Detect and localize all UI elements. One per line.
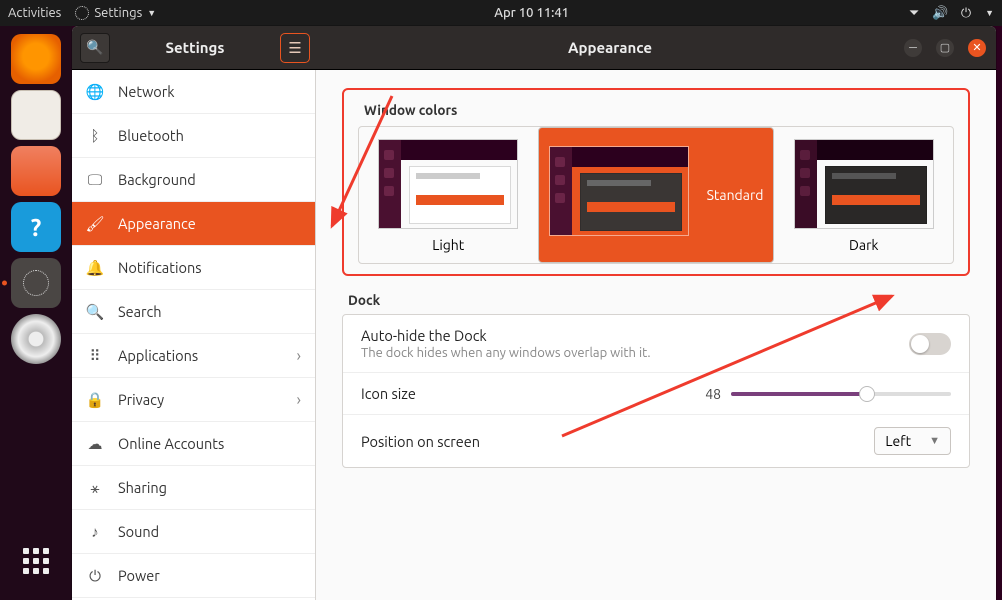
position-select[interactable]: Left ▼ — [874, 427, 951, 455]
sound-icon: ♪ — [86, 523, 104, 541]
notifications-icon: 🔔 — [86, 259, 104, 277]
chevron-right-icon: › — [297, 391, 302, 409]
network-icon: 🌐 — [86, 83, 104, 101]
sidebar-item-label: Notifications — [118, 259, 202, 276]
sidebar-item-search[interactable]: 🔍 Search — [72, 290, 315, 334]
iconsize-label: Icon size — [361, 385, 691, 402]
sidebar-item-label: Privacy — [118, 391, 164, 408]
sidebar-item-applications[interactable]: ⠿ Applications › — [72, 334, 315, 378]
minimize-button[interactable]: ─ — [904, 39, 922, 57]
window-colors-label: Window colors — [364, 102, 948, 118]
power-icon: ⏻ — [86, 567, 104, 585]
sidebar-item-sharing[interactable]: ⚹ Sharing — [72, 466, 315, 510]
theme-label: Dark — [774, 237, 953, 253]
dock-settings-panel: Auto-hide the Dock The dock hides when a… — [342, 314, 970, 468]
sidebar-item-sound[interactable]: ♪ Sound — [72, 510, 315, 554]
position-label: Position on screen — [361, 433, 874, 450]
sidebar-item-label: Appearance — [118, 215, 196, 232]
close-button[interactable]: ✕ — [968, 39, 986, 57]
settings-window: 🔍 Settings ☰ Appearance ─ ▢ ✕ 🌐NetworkᛒB… — [72, 26, 996, 600]
titlebar: 🔍 Settings ☰ Appearance ─ ▢ ✕ — [72, 26, 996, 70]
activities-button[interactable]: Activities — [8, 6, 61, 20]
theme-preview — [378, 139, 518, 229]
sidebar-item-power[interactable]: ⏻ Power — [72, 554, 315, 598]
sidebar-item-bluetooth[interactable]: ᛒ Bluetooth — [72, 114, 315, 158]
window-colors-highlight: Window colors Light Standard Dark — [342, 88, 970, 276]
theme-std[interactable]: Standard — [538, 127, 775, 263]
theme-label: Light — [359, 237, 538, 253]
app-menu[interactable]: Settings ▼ — [75, 6, 156, 20]
sidebar-item-label: Bluetooth — [118, 127, 184, 144]
search-button[interactable]: 🔍 — [80, 33, 110, 63]
sidebar-item-network[interactable]: 🌐 Network — [72, 70, 315, 114]
hamburger-button[interactable]: ☰ — [280, 33, 310, 63]
sidebar-item-label: Search — [118, 303, 162, 320]
gnome-topbar: Activities Settings ▼ Apr 10 11:41 ⏷ 🔊 ⏻… — [0, 0, 1002, 26]
theme-preview — [794, 139, 934, 229]
chevron-down-icon: ▼ — [929, 435, 940, 447]
menu-icon: ☰ — [288, 39, 301, 57]
dock-app-firefox[interactable] — [11, 34, 61, 84]
appearance-icon: 🖌 — [86, 215, 104, 233]
bluetooth-icon: ᛒ — [86, 127, 104, 145]
gear-icon — [75, 6, 89, 20]
dock: ? — [0, 26, 72, 600]
window-title: Appearance — [316, 39, 904, 56]
volume-icon[interactable]: 🔊 — [933, 6, 947, 20]
dock-app-files[interactable] — [11, 90, 61, 140]
sidebar-item-label: Sharing — [118, 479, 167, 496]
sidebar-title: Settings — [118, 39, 272, 56]
dock-app-software[interactable] — [11, 146, 61, 196]
app-menu-label: Settings — [94, 6, 142, 20]
maximize-button[interactable]: ▢ — [936, 39, 954, 57]
iconsize-slider[interactable] — [731, 392, 951, 396]
search-icon: 🔍 — [86, 303, 104, 321]
network-icon[interactable]: ⏷ — [907, 6, 921, 20]
power-icon[interactable]: ⏻ — [959, 6, 973, 20]
sidebar-item-appearance[interactable]: 🖌 Appearance — [72, 202, 315, 246]
sidebar-item-label: Sound — [118, 523, 159, 540]
sidebar-item-online-accounts[interactable]: ☁ Online Accounts — [72, 422, 315, 466]
theme-label: Standard — [707, 187, 764, 203]
sidebar-item-label: Applications — [118, 347, 198, 364]
theme-dark[interactable]: Dark — [774, 127, 953, 263]
chevron-down-icon: ▼ — [147, 8, 156, 18]
autohide-title: Auto-hide the Dock — [361, 327, 909, 344]
dock-label: Dock — [348, 292, 964, 308]
sidebar-item-label: Network — [118, 83, 175, 100]
dock-app-disc[interactable] — [11, 314, 61, 364]
theme-light[interactable]: Light — [359, 127, 538, 263]
sidebar-item-label: Power — [118, 567, 160, 584]
clock[interactable]: Apr 10 11:41 — [156, 6, 907, 20]
chevron-down-icon[interactable]: ▼ — [985, 8, 994, 18]
settings-content: Window colors Light Standard Dark Dock Aut… — [316, 70, 996, 600]
dock-app-help[interactable]: ? — [11, 202, 61, 252]
privacy-icon: 🔒 — [86, 391, 104, 409]
search-icon: 🔍 — [86, 39, 103, 56]
applications-icon: ⠿ — [86, 347, 104, 365]
sidebar-item-privacy[interactable]: 🔒 Privacy › — [72, 378, 315, 422]
chevron-right-icon: › — [297, 347, 302, 365]
autohide-switch[interactable] — [909, 333, 951, 355]
dock-app-settings[interactable] — [11, 258, 61, 308]
sidebar-item-notifications[interactable]: 🔔 Notifications — [72, 246, 315, 290]
background-icon: 🖵 — [86, 171, 104, 189]
sidebar-item-background[interactable]: 🖵 Background — [72, 158, 315, 202]
position-value: Left — [885, 433, 911, 449]
sharing-icon: ⚹ — [86, 479, 104, 497]
show-applications[interactable] — [11, 536, 61, 586]
theme-selector: Light Standard Dark — [358, 126, 954, 264]
online-accounts-icon: ☁ — [86, 435, 104, 453]
iconsize-value: 48 — [691, 386, 721, 402]
settings-sidebar: 🌐 Network ᛒ Bluetooth 🖵 Background 🖌 Appearance… — [72, 70, 316, 600]
sidebar-item-label: Online Accounts — [118, 435, 224, 452]
autohide-desc: The dock hides when any windows overlap … — [361, 346, 909, 360]
sidebar-item-label: Background — [118, 171, 196, 188]
theme-preview — [549, 146, 689, 236]
